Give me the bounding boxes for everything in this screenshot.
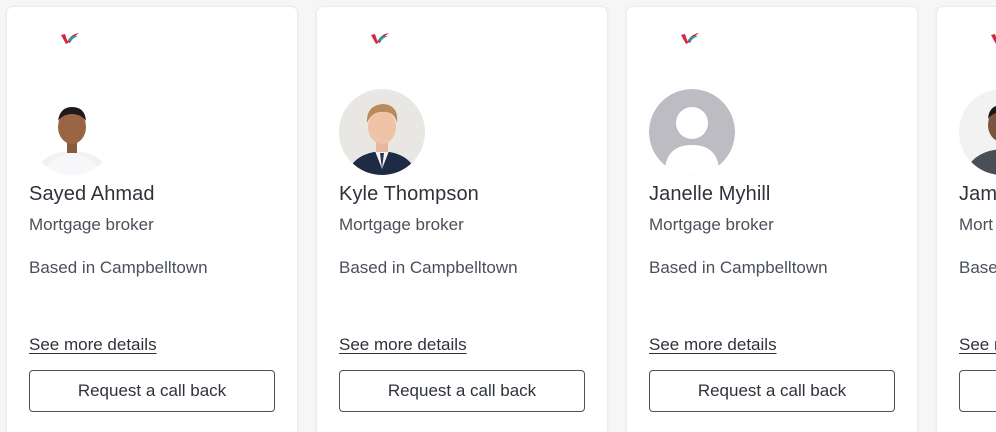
broker-location: Base (959, 258, 996, 277)
broker-location: Based in Campbelltown (649, 258, 828, 277)
see-more-details-link[interactable]: See more details (649, 335, 777, 355)
brand-logo-icon (61, 33, 79, 44)
broker-card: Jam Mort Base See m (937, 7, 996, 432)
broker-card: Kyle Thompson Mortgage broker Based in C… (317, 7, 607, 432)
broker-location: Based in Campbelltown (339, 258, 518, 277)
request-call-back-button[interactable]: Request a call back (29, 370, 275, 412)
broker-card: Janelle Myhill Mortgage broker Based in … (627, 7, 917, 432)
brand-logo-icon (991, 34, 996, 44)
broker-role: Mortgage broker (29, 215, 154, 234)
broker-role: Mortgage broker (339, 215, 464, 234)
broker-carousel: Sayed Ahmad Mortgage broker Based in Cam… (0, 0, 996, 432)
avatar (959, 89, 996, 175)
request-call-back-button[interactable]: Request a call back (339, 370, 585, 412)
brand-logo-icon (681, 33, 699, 44)
broker-name: Janelle Myhill (649, 183, 771, 205)
request-call-back-button[interactable]: Request a call back (649, 370, 895, 412)
user-placeholder-icon (649, 89, 735, 175)
broker-name: Jam (959, 183, 996, 205)
brand-logo-icon (371, 33, 389, 44)
broker-name: Sayed Ahmad (29, 183, 155, 205)
broker-card: Sayed Ahmad Mortgage broker Based in Cam… (7, 7, 297, 432)
broker-role: Mort (959, 215, 993, 234)
see-more-details-link[interactable]: See m (959, 335, 996, 355)
request-call-back-button[interactable] (959, 370, 996, 412)
broker-name: Kyle Thompson (339, 183, 479, 205)
see-more-details-link[interactable]: See more details (339, 335, 467, 355)
broker-location: Based in Campbelltown (29, 258, 208, 277)
broker-role: Mortgage broker (649, 215, 774, 234)
avatar (339, 89, 425, 175)
avatar (29, 89, 115, 175)
see-more-details-link[interactable]: See more details (29, 335, 157, 355)
